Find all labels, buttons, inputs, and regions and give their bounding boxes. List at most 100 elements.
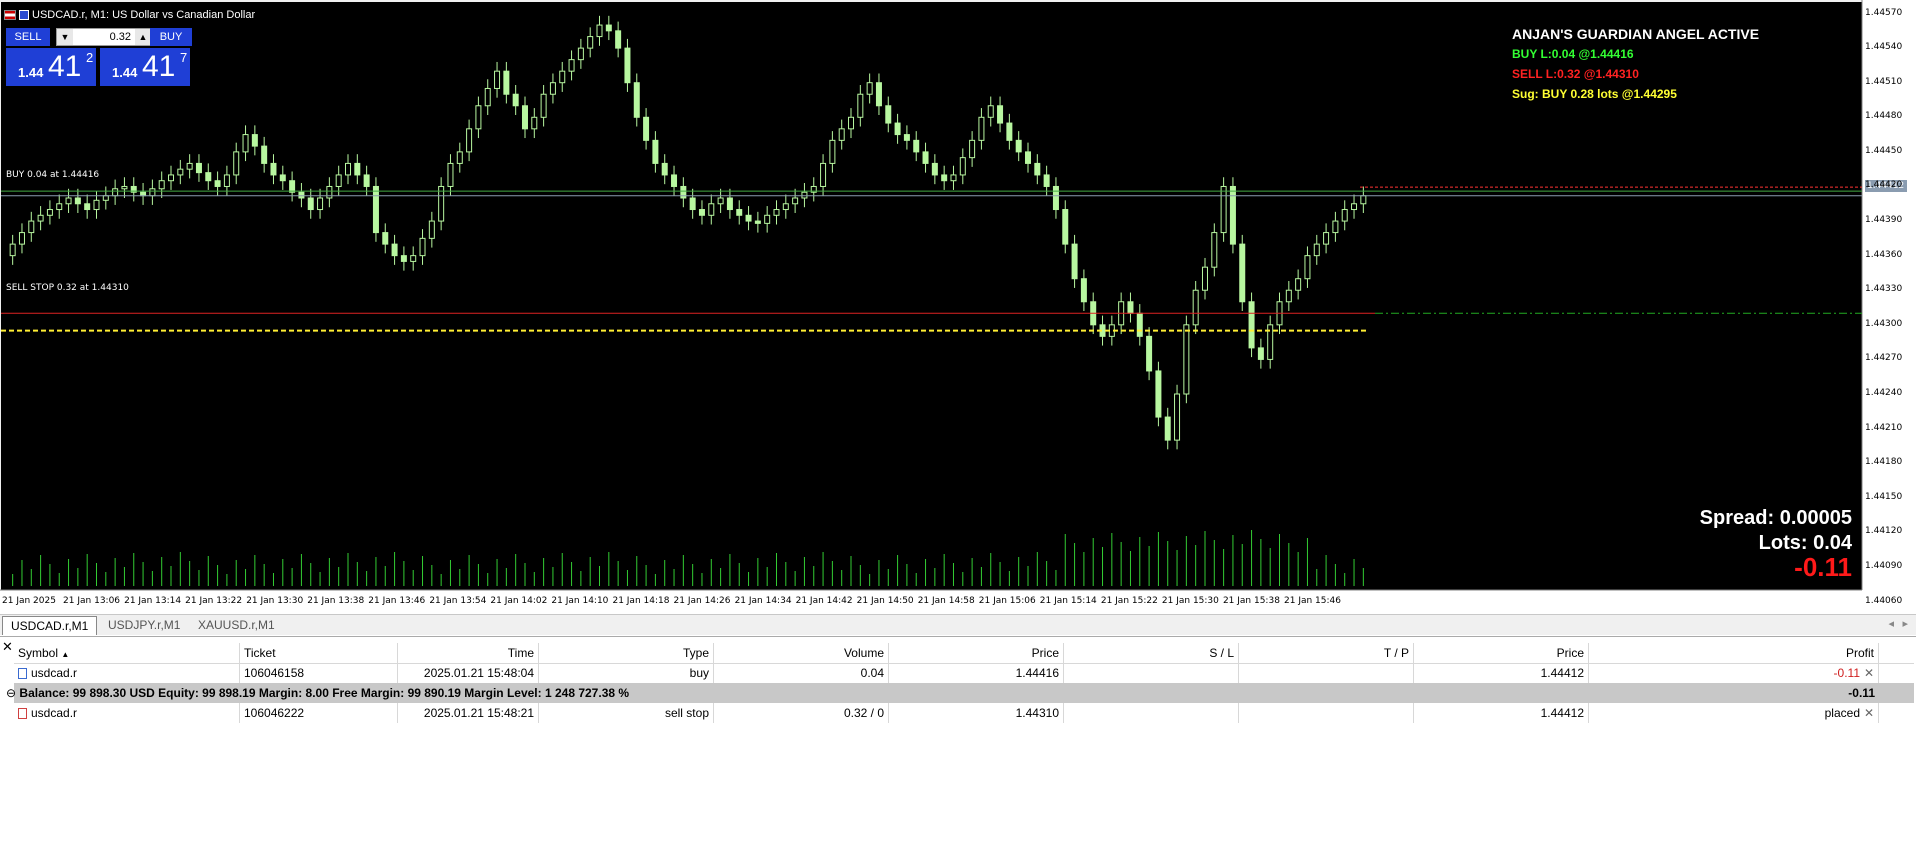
candle-body [894,122,901,136]
indicator-buy-line: BUY L:0.04 @1.44416 [1512,47,1634,61]
delete-order-icon[interactable]: ✕ [1864,703,1874,723]
candle-body [931,162,938,176]
cell-sl[interactable] [1064,663,1239,683]
cell-sl[interactable] [1064,703,1239,723]
candle-body [829,139,836,164]
candle-body [466,128,473,153]
candle-body [1052,185,1059,211]
table-row[interactable]: usdcad.r 106046158 2025.01.21 15:48:04 b… [14,663,1914,683]
candle-body [1146,335,1153,372]
column-header-current-price[interactable]: Price [1414,643,1589,663]
candle-body [372,185,379,234]
tab-scroll-left-icon[interactable]: ◂ [1888,617,1894,630]
tab-usdcad[interactable]: USDCAD.r,M1 [2,616,98,635]
buy-price-prefix: 1.44 [112,65,138,80]
candle-body [1360,195,1367,205]
lot-decrease-icon[interactable]: ▼ [57,29,73,45]
cell-tp[interactable] [1239,703,1414,723]
flag-icon [4,10,16,20]
time-tick-label: 21 Jan 13:54 [429,596,487,606]
lot-increase-icon[interactable]: ▲ [135,29,151,45]
candle-body [494,70,501,89]
candle-body [456,151,463,164]
time-tick-label: 21 Jan 15:38 [1222,596,1280,606]
time-tick-label: 21 Jan 14:34 [734,596,792,606]
candle-body [242,134,249,153]
column-header-tp[interactable]: T / P [1239,643,1414,663]
buy-order-label: BUY 0.04 at 1.44416 [6,170,100,180]
time-tick-label: 21 Jan 14:50 [856,596,914,606]
candle-body [820,162,827,187]
candle-body [1248,301,1255,349]
column-header-ticket[interactable]: Ticket [240,643,398,663]
tab-xauusd[interactable]: XAUUSD.r,M1 [190,616,283,634]
column-header-symbol[interactable]: Symbol ▲ [14,643,240,663]
balance-summary: ⊖ Balance: 99 898.30 USD Equity: 99 898.… [6,686,630,700]
buy-price-button[interactable]: 1.44 41 7 [100,48,190,86]
tab-usdjpy[interactable]: USDJPY.r,M1 [100,616,188,634]
column-header-sl[interactable]: S / L [1064,643,1239,663]
buy-button[interactable]: BUY [150,28,192,46]
candle-body [559,70,566,84]
sell-stop-label: SELL STOP 0.32 at 1.44310 [6,283,129,293]
column-header-profit[interactable]: Profit [1589,643,1879,663]
candle-body [158,180,165,190]
chart-icon [19,10,29,20]
time-tick-label: 21 Jan 14:02 [490,596,548,606]
candle-body [298,191,305,199]
candle-body [261,145,268,164]
cell-current-price: 1.44412 [1414,663,1589,683]
close-icon[interactable]: ✕ [2,639,13,655]
buy-price-sup: 7 [180,50,188,65]
candle-body [708,203,715,216]
candle-body [512,93,519,107]
candle-body [1332,220,1339,234]
lot-size-input[interactable]: ▼ 0.32 ▲ [56,28,152,46]
candle-body [1285,289,1292,303]
candle-body [438,185,445,222]
tab-scroll-right-icon[interactable]: ▸ [1902,617,1908,630]
cell-volume: 0.32 / 0 [714,703,889,723]
time-tick-label: 21 Jan 14:10 [551,596,609,606]
candle-body [866,82,873,95]
time-tick-label: 21 Jan 14:58 [917,596,975,606]
candle-body [531,116,538,130]
candle-body [652,139,659,164]
cell-tp[interactable] [1239,663,1414,683]
candle-body [335,174,342,187]
time-tick-label: 21 Jan 15:06 [978,596,1036,606]
time-tick-label: 21 Jan 13:46 [368,596,426,606]
column-header-price[interactable]: Price [889,643,1064,663]
sell-button[interactable]: SELL [6,28,50,46]
price-tick-label: 1.44210 [1865,422,1903,433]
sell-price-button[interactable]: 1.44 41 2 [6,48,96,86]
candle-body [186,162,193,170]
candle-body [195,162,202,174]
close-position-icon[interactable]: ✕ [1864,663,1874,683]
candle-body [782,203,789,211]
candle-body [18,232,25,245]
time-tick-label: 21 Jan 15:14 [1039,596,1097,606]
candle-body [223,174,230,187]
column-header-time[interactable]: Time [398,643,539,663]
candle-body [848,116,855,130]
cell-type: buy [539,663,714,683]
chart-window[interactable]: USDCAD.r, M1: US Dollar vs Canadian Doll… [0,0,1916,612]
candle-body [484,87,491,107]
table-row[interactable]: usdcad.r 106046222 2025.01.21 15:48:21 s… [14,703,1914,723]
candle-body [605,24,612,32]
candle-body [475,105,482,130]
candle-body [1071,243,1078,280]
candle-body [1239,243,1246,303]
candle-body [587,36,594,49]
column-header-type[interactable]: Type [539,643,714,663]
cell-ticket: 106046222 [240,703,398,723]
candle-body [410,255,417,262]
buy-position-icon [18,668,27,679]
price-tick-label: 1.44180 [1865,457,1903,468]
collapse-icon[interactable]: ⊖ [6,686,16,700]
column-header-volume[interactable]: Volume [714,643,889,663]
candle-body [875,82,882,107]
candle-body [717,197,724,205]
price-tick-label: 1.44570 [1865,7,1903,18]
